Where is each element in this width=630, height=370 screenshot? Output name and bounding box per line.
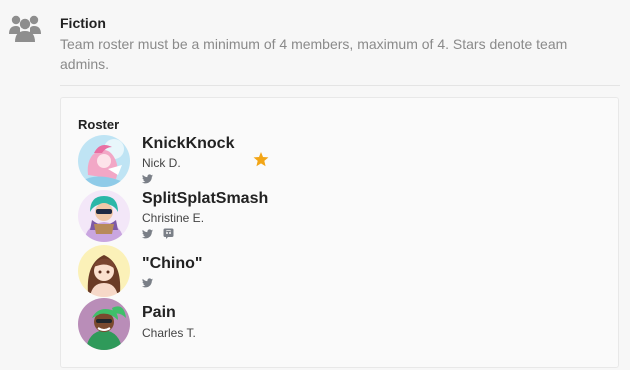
roster-heading: Roster	[78, 117, 120, 132]
member-gamertag: Pain	[142, 304, 176, 321]
team-name: Fiction	[60, 15, 106, 31]
avatar	[78, 298, 130, 350]
member-real-name: Nick D.	[142, 156, 181, 170]
roster-member[interactable]: KnickKnock Nick D.	[78, 135, 338, 191]
avatar	[78, 245, 130, 297]
team-header: Fiction Team roster must be a minimum of…	[60, 14, 616, 74]
member-socials	[142, 171, 159, 184]
divider	[60, 85, 620, 86]
roster-member[interactable]: "Chino"	[78, 245, 338, 301]
member-gamertag: SplitSplatSmash	[142, 190, 269, 207]
twitter-icon[interactable]	[142, 226, 153, 244]
twitter-icon[interactable]	[142, 171, 153, 189]
member-socials	[142, 275, 159, 288]
avatar	[78, 190, 130, 242]
avatar	[78, 135, 130, 187]
team-description: Team roster must be a minimum of 4 membe…	[60, 36, 568, 72]
roster-member[interactable]: Pain Charles T.	[78, 298, 338, 354]
member-gamertag: KnickKnock	[142, 135, 235, 152]
roster-member[interactable]: SplitSplatSmash Christine E.	[78, 190, 338, 246]
users-icon	[9, 15, 41, 42]
twitter-icon[interactable]	[142, 275, 153, 293]
roster-card: Roster KnickKnock Nick D. SplitSplatSmas…	[60, 97, 619, 368]
member-gamertag: "Chino"	[142, 255, 203, 272]
admin-star-icon	[253, 152, 269, 167]
discord-icon[interactable]	[163, 226, 174, 244]
member-real-name: Christine E.	[142, 211, 205, 225]
member-real-name: Charles T.	[142, 326, 196, 340]
member-socials	[142, 226, 180, 239]
